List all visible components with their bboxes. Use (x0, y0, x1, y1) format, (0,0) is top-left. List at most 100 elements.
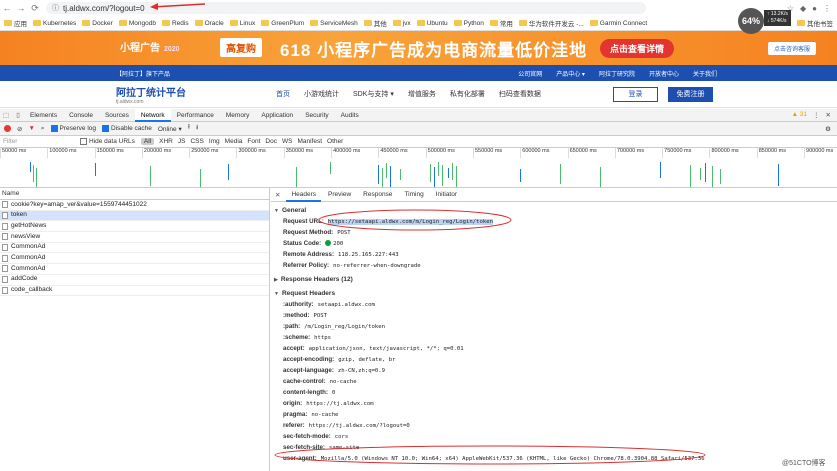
filter-type[interactable]: Img (209, 138, 220, 145)
login-button[interactable]: 登录 (613, 87, 658, 102)
record-icon[interactable] (4, 125, 11, 132)
inspect-icon[interactable]: ⬚ (0, 111, 12, 119)
back-icon[interactable]: ← (0, 3, 14, 13)
consult-button[interactable]: 点击咨询客服 (768, 42, 817, 55)
menu-icon[interactable]: ⋮ (823, 4, 831, 13)
filter-type[interactable]: Doc (265, 138, 277, 145)
nav-item[interactable]: 扫码查看数据 (499, 89, 541, 99)
filter-type[interactable]: CSS (190, 138, 203, 145)
name-column-header[interactable]: Name (0, 188, 269, 200)
response-headers-section[interactable]: ▶ Response Headers (12) (271, 274, 837, 285)
filter-type[interactable]: JS (178, 138, 186, 145)
devtools-tab[interactable]: Sources (99, 109, 135, 122)
other-bookmarks[interactable]: 其他书签 (797, 18, 837, 28)
bookmark-item[interactable]: 其他 (363, 18, 387, 28)
clear-icon[interactable]: ⊘ (17, 125, 22, 133)
detail-tab[interactable]: Timing (399, 188, 428, 202)
more-icon[interactable]: ⋮ (813, 111, 820, 119)
detail-tab[interactable]: Initiator (431, 188, 462, 202)
site-top-link[interactable]: 开放者中心 (649, 69, 679, 78)
site-top-link[interactable]: 阿拉丁研究院 (599, 69, 635, 78)
download-icon[interactable]: ⭳ (196, 123, 198, 134)
register-button[interactable]: 免费注册 (668, 87, 713, 102)
general-section[interactable]: ▼ General (271, 205, 837, 216)
request-row[interactable]: addCode (0, 275, 269, 286)
search-icon[interactable]: ⌕ (41, 125, 45, 133)
network-timeline[interactable]: 50000 ms 100000 ms 150000 ms 200000 ms 25000… (0, 148, 837, 188)
bookmark-item[interactable]: Python (453, 20, 484, 27)
filter-type[interactable]: Font (247, 138, 260, 145)
devtools-tab[interactable]: Memory (220, 109, 255, 122)
filter-icon[interactable]: ▼ (28, 125, 34, 132)
device-icon[interactable]: ▯ (12, 111, 24, 119)
filter-type[interactable]: Manifest (297, 138, 322, 145)
filter-type[interactable]: XHR (159, 138, 173, 145)
throttle-select[interactable]: Online ▾ (158, 125, 182, 133)
devtools-tab[interactable]: Security (299, 109, 334, 122)
warning-count[interactable]: ▲ 31 (792, 111, 807, 119)
bookmark-item[interactable]: GreenPlum (261, 20, 304, 27)
nav-item[interactable]: 私有化部署 (450, 89, 485, 99)
bookmark-item[interactable]: Ubuntu (416, 20, 448, 27)
ad-banner[interactable]: 小程广告 2020 高复购 618 小程序广告成为电商流量低价洼地 点击查看详情 … (0, 31, 837, 65)
request-headers-section[interactable]: ▼ Request Headers (271, 288, 837, 299)
filter-type[interactable]: All (140, 138, 155, 145)
request-row[interactable]: CommonAd (0, 253, 269, 265)
site-logo[interactable]: 阿拉丁统计平台 tj.aldwx.com (116, 84, 276, 105)
devtools-tab[interactable]: Console (63, 109, 99, 122)
nav-item[interactable]: 增值服务 (408, 89, 436, 99)
settings-icon[interactable]: ⚙ (825, 125, 837, 133)
info-icon[interactable]: ⓘ (52, 3, 59, 13)
request-row[interactable]: newsView (0, 232, 269, 243)
site-top-link[interactable]: 关于我们 (693, 69, 717, 78)
reload-icon[interactable]: ⟳ (28, 3, 42, 14)
hide-data-urls-checkbox[interactable]: Hide data URLs (80, 137, 135, 145)
close-icon[interactable]: ✕ (826, 111, 831, 119)
url-field[interactable]: ⓘ tj.aldwx.com/?logout=0 (46, 2, 646, 14)
profile-icon[interactable]: ● (812, 4, 817, 13)
site-top-link[interactable]: 产品中心 ▾ (556, 69, 585, 78)
bookmark-item[interactable]: jvx (392, 20, 411, 27)
request-row[interactable]: CommonAd (0, 264, 269, 275)
devtools-tab[interactable]: Audits (335, 109, 365, 122)
bookmark-item[interactable]: Redis (161, 20, 189, 27)
disable-cache-checkbox[interactable]: Disable cache (102, 124, 152, 132)
devtools-tab[interactable]: Elements (24, 109, 63, 122)
request-row[interactable]: CommonAd (0, 243, 269, 254)
site-top-link[interactable]: 公司官网 (518, 69, 542, 78)
detail-tab[interactable]: Response (358, 188, 397, 202)
bookmark-item[interactable]: Docker (82, 20, 113, 27)
detail-tab[interactable]: Preview (323, 188, 356, 202)
request-row[interactable]: token (0, 210, 269, 222)
bookmark-item[interactable]: Mongodb (118, 20, 156, 27)
filter-type[interactable]: WS (282, 138, 292, 145)
upload-icon[interactable]: ⭱ (188, 123, 190, 134)
filter-type[interactable]: Other (327, 138, 343, 145)
detail-tab[interactable]: Headers (286, 188, 322, 202)
forward-icon[interactable]: → (14, 3, 28, 13)
nav-item[interactable]: SDK与支持 ▾ (353, 89, 394, 99)
close-detail-icon[interactable]: ✕ (275, 191, 280, 199)
request-row[interactable]: code_callback (0, 286, 269, 297)
nav-item[interactable]: 小游戏统计 (304, 89, 339, 99)
bookmark-item[interactable]: Kubernetes (33, 20, 76, 27)
bookmark-item[interactable]: 华为软件开发云 -... (518, 18, 584, 28)
banner-cta-button[interactable]: 点击查看详情 (600, 39, 675, 58)
filter-type[interactable]: Media (225, 138, 243, 145)
bookmark-item[interactable]: 常用 (489, 18, 513, 28)
header-value[interactable]: https://setaapi.aldwx.com/m/Login_reg/Lo… (327, 219, 493, 225)
request-row[interactable]: getHotNews (0, 221, 269, 233)
preserve-log-checkbox[interactable]: Preserve log (50, 124, 96, 132)
bookmark-item[interactable]: 应用 (4, 18, 27, 28)
devtools-tab[interactable]: Application (255, 109, 299, 122)
bookmark-item[interactable]: ServiceMesh (310, 20, 358, 27)
bookmark-item[interactable]: Linux (229, 20, 255, 27)
filter-input[interactable]: Filter (0, 138, 80, 145)
extension-icon[interactable]: ◆ (800, 4, 806, 13)
devtools-tab[interactable]: Performance (171, 109, 220, 122)
nav-item[interactable]: 首页 (276, 89, 290, 99)
bookmark-item[interactable]: Garmin Connect (589, 20, 647, 27)
devtools-tab[interactable]: Network (134, 108, 171, 122)
request-row[interactable]: cookie?key=amap_ver&value=1559744451022 (0, 200, 269, 211)
bookmark-item[interactable]: Oracle (194, 20, 224, 27)
